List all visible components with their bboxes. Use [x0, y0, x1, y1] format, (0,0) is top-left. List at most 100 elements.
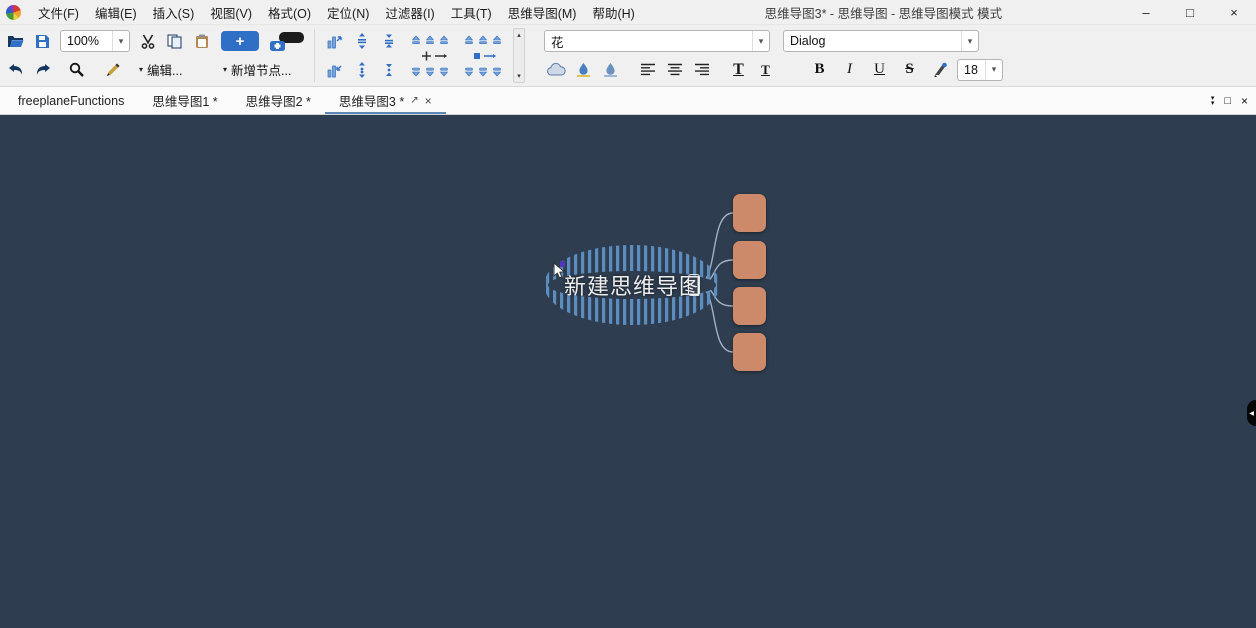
- undo-button[interactable]: [3, 57, 28, 82]
- collapse-toolbars-icon[interactable]: ▾ ▾: [1211, 96, 1215, 106]
- layout-down-button[interactable]: [322, 57, 347, 82]
- detach-tab-icon[interactable]: ↗: [410, 95, 418, 106]
- open-file-button[interactable]: [3, 29, 28, 54]
- chart-arrow-down-icon: [327, 62, 343, 78]
- align-center-button[interactable]: [662, 57, 687, 82]
- dropdown-arrow-icon: ▾: [223, 65, 227, 74]
- float-panel-icon[interactable]: □: [1224, 95, 1231, 107]
- magnifier-icon: [69, 62, 84, 77]
- font-style-group: Dialog ▾ B I U S 18 ▾: [783, 26, 1003, 85]
- add-sibling-node-button[interactable]: [267, 29, 307, 54]
- close-panel-icon[interactable]: ×: [1241, 94, 1248, 108]
- align-left-button[interactable]: [635, 57, 660, 82]
- dropdown-arrow-icon[interactable]: ▾: [985, 60, 1002, 80]
- menu-navigate[interactable]: 定位(N): [319, 0, 377, 24]
- align-center-icon: [668, 63, 682, 76]
- child-node[interactable]: [733, 194, 766, 232]
- paste-button[interactable]: [189, 29, 214, 54]
- shrink-vertical-gap-button[interactable]: [376, 29, 401, 54]
- add-child-node-button[interactable]: +: [219, 29, 261, 54]
- layout-up-button[interactable]: [322, 29, 347, 54]
- scroll-up-icon[interactable]: ▴: [517, 31, 521, 39]
- font-style-value: Dialog: [790, 34, 825, 48]
- search-button[interactable]: [64, 57, 89, 82]
- toolbar-separator: [314, 29, 315, 82]
- node-background-color-button[interactable]: [571, 57, 596, 82]
- dropdown-arrow-icon[interactable]: ▾: [112, 31, 129, 51]
- menu-format[interactable]: 格式(O): [260, 0, 319, 24]
- italic-button[interactable]: I: [837, 57, 862, 82]
- menubar: 文件(F) 编辑(E) 插入(S) 视图(V) 格式(O) 定位(N) 过滤器(…: [30, 0, 643, 24]
- grow-vertical-gap-button[interactable]: [349, 29, 374, 54]
- cut-button[interactable]: [135, 29, 160, 54]
- maximize-button[interactable]: □: [1168, 0, 1212, 24]
- bold-button[interactable]: B: [807, 57, 832, 82]
- minimize-button[interactable]: –: [1124, 0, 1168, 24]
- tab-label: 思维导图1 *: [152, 91, 217, 110]
- menu-file[interactable]: 文件(F): [30, 0, 87, 24]
- undo-arrow-icon: [8, 63, 24, 77]
- tab-mindmap1[interactable]: 思维导图1 *: [138, 87, 231, 114]
- node-position-grid-icon: [409, 33, 451, 79]
- close-button[interactable]: ×: [1212, 0, 1256, 24]
- font-size-combobox[interactable]: 18 ▾: [957, 59, 1003, 81]
- strikethrough-button[interactable]: S: [897, 57, 922, 82]
- chart-arrow-up-icon: [327, 33, 343, 49]
- file-group: [3, 26, 55, 85]
- add-node-dropdown[interactable]: ▾ 新增节点...: [219, 58, 295, 81]
- larger-font-button[interactable]: T: [726, 57, 751, 82]
- node-color-button[interactable]: [598, 57, 623, 82]
- dropdown-arrow-icon[interactable]: ▾: [752, 31, 769, 51]
- menu-insert[interactable]: 插入(S): [145, 0, 203, 24]
- collapse-gap-icon: [383, 62, 395, 78]
- child-node[interactable]: [733, 287, 766, 325]
- zoom-combobox[interactable]: 100% ▾: [60, 30, 130, 52]
- shrink-vertical-gap-alt-button[interactable]: [376, 57, 401, 82]
- font-family-value: 花: [551, 32, 564, 51]
- child-node[interactable]: [733, 333, 766, 371]
- tab-mindmap2[interactable]: 思维导图2 *: [232, 87, 325, 114]
- grow-vertical-gap-alt-button[interactable]: [349, 57, 374, 82]
- tab-freeplanefunctions[interactable]: freeplaneFunctions: [4, 87, 138, 114]
- tab-mindmap3[interactable]: 思维导图3 * ↗ ×: [325, 87, 446, 114]
- node-align-grid-button[interactable]: [459, 28, 507, 84]
- menu-view[interactable]: 视图(V): [202, 0, 260, 24]
- main-toolbar: 100% ▾: [0, 24, 1256, 87]
- scroll-down-icon[interactable]: ▾: [517, 72, 521, 80]
- toolbar-scroller[interactable]: ▴ ▾: [513, 28, 525, 83]
- close-tab-icon[interactable]: ×: [425, 94, 432, 108]
- smaller-font-button[interactable]: T: [753, 57, 778, 82]
- dropdown-arrow-icon[interactable]: ▾: [961, 31, 978, 51]
- node-position-grid-button[interactable]: [406, 28, 454, 84]
- mindmap-canvas[interactable]: 新建思维导图 ◀: [0, 115, 1256, 628]
- panel-collapse-handle[interactable]: ◀: [1247, 400, 1256, 426]
- edit-dropdown[interactable]: ▾ 编辑...: [135, 58, 186, 81]
- root-node[interactable]: 新建思维导图: [564, 269, 700, 301]
- font-style-combobox[interactable]: Dialog ▾: [783, 30, 979, 52]
- floppy-disk-icon: [35, 34, 50, 49]
- menu-edit[interactable]: 编辑(E): [87, 0, 145, 24]
- menu-mindmap[interactable]: 思维导图(M): [500, 0, 585, 24]
- cloud-button[interactable]: [544, 57, 569, 82]
- font-color-button[interactable]: [927, 57, 952, 82]
- underline-button[interactable]: U: [867, 57, 892, 82]
- align-right-button[interactable]: [689, 57, 714, 82]
- format-painter-button[interactable]: [101, 57, 126, 82]
- mindmap-graphics: [0, 115, 1256, 628]
- save-button[interactable]: [30, 29, 55, 54]
- node-plus-icon: [269, 31, 305, 52]
- redo-button[interactable]: [30, 57, 55, 82]
- expand-gap-icon: [356, 62, 368, 78]
- menu-tools[interactable]: 工具(T): [443, 0, 500, 24]
- align-right-icon: [695, 63, 709, 76]
- bold-icon: B: [814, 62, 824, 77]
- font-family-combobox[interactable]: 花 ▾: [544, 30, 770, 52]
- underline-icon: U: [874, 62, 885, 77]
- clipboard-group: ▾ 编辑...: [135, 26, 214, 85]
- child-node[interactable]: [733, 241, 766, 279]
- menu-filter[interactable]: 过滤器(I): [377, 0, 442, 24]
- copy-button[interactable]: [162, 29, 187, 54]
- menu-help[interactable]: 帮助(H): [584, 0, 642, 24]
- left-arrow-icon: ◀: [1249, 410, 1254, 417]
- add-node-dropdown-label: 新增节点...: [231, 60, 291, 79]
